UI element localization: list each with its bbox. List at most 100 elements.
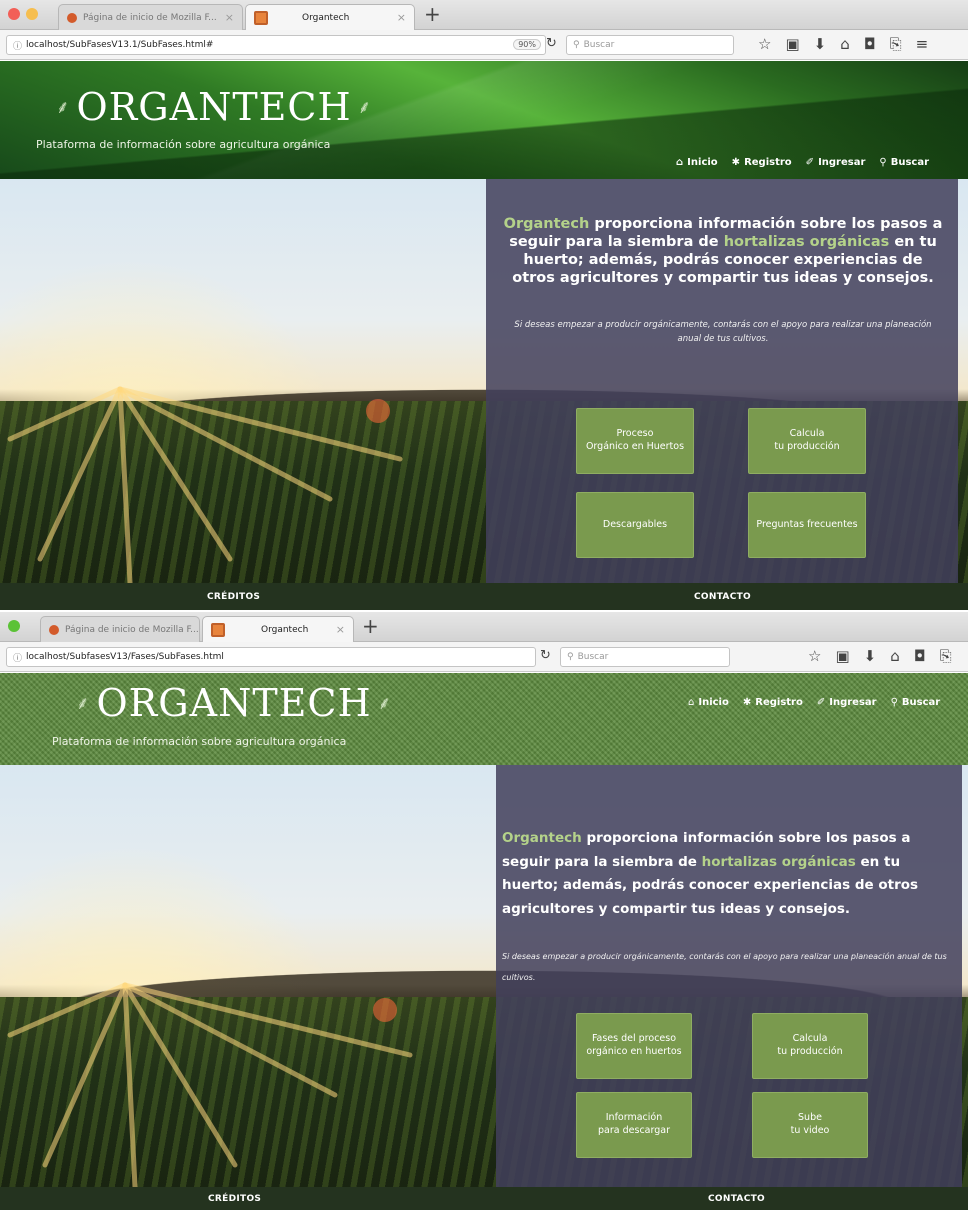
button-proceso-organico[interactable]: Proceso Orgánico en Huertos (576, 408, 694, 474)
footer-contacto[interactable]: CONTACTO (708, 1194, 765, 1204)
intro-text: Organtech proporciona información sobre … (502, 827, 956, 922)
pocket-icon[interactable]: ◘ (914, 647, 926, 665)
download-icon[interactable]: ⬇ (864, 647, 877, 665)
url-bar[interactable]: ⓘ localhost/SubfasesV13/Fases/SubFases.h… (6, 647, 536, 667)
tagline: Plataforma de información sobre agricult… (52, 735, 347, 748)
button-sube-video[interactable]: Sube tu video (752, 1092, 868, 1158)
login-icon: ✐ (805, 157, 815, 168)
button-descargables[interactable]: Descargables (576, 492, 694, 558)
tab-organtech[interactable]: Organtech × (245, 4, 415, 30)
tab-label: Organtech (302, 12, 350, 23)
nav-label: Registro (755, 697, 803, 708)
search-icon: ⚲ (890, 697, 898, 708)
nav-buscar[interactable]: ⚲ Buscar (879, 157, 929, 168)
info-icon: ⓘ (13, 41, 23, 52)
tab-mozilla-start[interactable]: Página de inicio de Mozilla F... × (58, 4, 243, 30)
close-tab-icon[interactable]: × (391, 11, 406, 24)
screenshot-icon[interactable]: ⎘ (940, 647, 952, 665)
leaf-right-icon: ⸙ (377, 693, 393, 714)
site-footer: CRÉDITOS CONTACTO (0, 583, 968, 610)
close-tab-icon[interactable]: × (219, 11, 234, 24)
search-icon: ⚲ (879, 157, 887, 168)
nav-inicio[interactable]: ⌂ Inicio (688, 697, 729, 708)
nav-registro[interactable]: ✱ Registro (732, 157, 792, 168)
site-footer: CRÉDITOS CONTACTO (0, 1187, 968, 1210)
leaf-left-icon: ⸙ (76, 693, 91, 714)
footer-creditos[interactable]: CRÉDITOS (207, 592, 260, 602)
planning-note: Si deseas empezar a producir orgánicamen… (502, 952, 947, 982)
site-header: ⸙ ORGANTECH ⸙ Plataforma de información … (0, 61, 968, 179)
reload-icon[interactable]: ↻ (540, 648, 551, 663)
zoom-level[interactable]: 90% (513, 39, 541, 50)
new-tab-icon[interactable]: + (362, 616, 379, 636)
brand-highlight: Organtech (502, 830, 582, 846)
button-calcula-produccion[interactable]: Calcula tu producción (752, 1013, 868, 1079)
browser-nav-bar: ⓘ localhost/SubFasesV13.1/SubFases.html#… (0, 30, 968, 60)
nav-label: Registro (744, 157, 792, 168)
screenshot-1: Página de inicio de Mozilla F... × Organ… (0, 0, 968, 610)
leaf-right-icon: ⸙ (357, 97, 373, 118)
site-logo[interactable]: ⸙ ORGANTECH ⸙ (70, 681, 398, 725)
intro-text: Organtech proporciona información sobre … (500, 215, 946, 288)
leaf-left-icon: ⸙ (56, 97, 71, 118)
button-calcula-produccion[interactable]: Calcula tu producción (748, 408, 866, 474)
search-bar[interactable]: ⚲ Buscar (560, 647, 730, 667)
search-placeholder: Buscar (583, 40, 615, 50)
reading-list-icon[interactable]: ▣ (785, 35, 799, 53)
button-informacion-descargar[interactable]: Información para descargar (576, 1092, 692, 1158)
close-tab-icon[interactable]: × (330, 623, 345, 636)
tab-organtech[interactable]: Organtech × (202, 616, 354, 642)
close-window-icon[interactable] (8, 8, 20, 20)
nav-label: Inicio (687, 157, 718, 168)
hero-section: Organtech proporciona información sobre … (0, 765, 968, 1187)
reload-icon[interactable]: ↻ (546, 36, 557, 51)
site-logo[interactable]: ⸙ ORGANTECH ⸙ (50, 85, 378, 129)
fullscreen-window-icon[interactable] (8, 620, 20, 632)
bookmark-star-icon[interactable]: ☆ (808, 647, 821, 665)
page-icon (254, 10, 268, 25)
tagline: Plataforma de información sobre agricult… (36, 138, 331, 151)
logo-text: ORGANTECH (96, 681, 372, 725)
footer-contacto[interactable]: CONTACTO (694, 592, 751, 602)
footer-creditos[interactable]: CRÉDITOS (208, 1194, 261, 1204)
menu-icon[interactable]: ≡ (916, 35, 929, 53)
download-icon[interactable]: ⬇ (814, 35, 827, 53)
button-preguntas-frecuentes[interactable]: Preguntas frecuentes (748, 492, 866, 558)
nav-label: Buscar (890, 157, 930, 168)
browser-nav-bar: ⓘ localhost/SubfasesV13/Fases/SubFases.h… (0, 642, 968, 672)
crop-highlight: hortalizas orgánicas (723, 234, 890, 251)
nav-label: Buscar (901, 697, 941, 708)
register-icon: ✱ (742, 697, 752, 708)
search-icon: ⚲ (573, 40, 580, 50)
crop-highlight: hortalizas orgánicas (701, 853, 856, 870)
bookmark-star-icon[interactable]: ☆ (758, 35, 771, 53)
site-nav: ⌂ Inicio ✱ Registro ✐ Ingresar ⚲ Buscar (676, 157, 929, 168)
new-tab-icon[interactable]: + (424, 4, 441, 24)
nav-registro[interactable]: ✱ Registro (743, 697, 803, 708)
site-header: ⸙ ORGANTECH ⸙ Plataforma de información … (0, 673, 968, 765)
search-bar[interactable]: ⚲ Buscar (566, 35, 734, 55)
nav-buscar[interactable]: ⚲ Buscar (891, 697, 941, 708)
page-icon (211, 622, 225, 637)
toolbar-icons: ☆ ▣ ⬇ ⌂ ◘ ⎘ ≡ (758, 35, 928, 53)
nav-ingresar[interactable]: ✐ Ingresar (806, 157, 866, 168)
nav-ingresar[interactable]: ✐ Ingresar (817, 697, 877, 708)
url-bar[interactable]: ⓘ localhost/SubFasesV13.1/SubFases.html#… (6, 35, 546, 55)
reading-list-icon[interactable]: ▣ (835, 647, 849, 665)
firefox-icon (49, 624, 59, 635)
nav-label: Ingresar (829, 697, 877, 708)
nav-inicio[interactable]: ⌂ Inicio (676, 157, 718, 168)
hero-section: Organtech proporciona información sobre … (0, 179, 968, 583)
home-icon[interactable]: ⌂ (840, 35, 850, 53)
minimize-window-icon[interactable] (26, 8, 38, 20)
button-fases-proceso[interactable]: Fases del proceso orgánico en huertos (576, 1013, 692, 1079)
close-tab-icon[interactable]: × (199, 623, 200, 636)
screenshot-icon[interactable]: ⎘ (890, 35, 902, 53)
home-icon[interactable]: ⌂ (890, 647, 900, 665)
nav-label: Ingresar (818, 157, 866, 168)
tab-label: Página de inicio de Mozilla F... (65, 624, 199, 635)
tab-label: Organtech (261, 624, 309, 635)
tab-mozilla-start[interactable]: Página de inicio de Mozilla F... × (40, 616, 200, 642)
pocket-icon[interactable]: ◘ (864, 35, 876, 53)
browser-tab-bar: Página de inicio de Mozilla F... × Organ… (0, 0, 968, 30)
